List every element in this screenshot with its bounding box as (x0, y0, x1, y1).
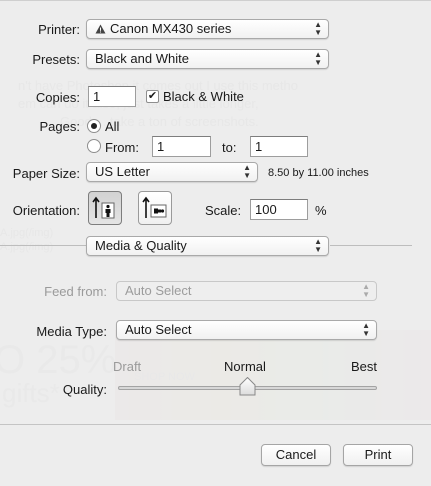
copies-input[interactable]: 1 (88, 86, 136, 107)
quality-tick-best: Best (351, 359, 378, 374)
chevron-updown-icon: ▲ ▼ (243, 163, 251, 180)
cancel-button[interactable]: Cancel (261, 444, 331, 466)
black-white-label: Black & White (163, 89, 244, 104)
feed-from-popup[interactable]: Auto Select ▲ ▼ (116, 281, 377, 301)
separator-right (330, 245, 412, 246)
chevron-updown-icon: ▲ ▼ (362, 282, 370, 299)
printer-value: Canon MX430 series (110, 21, 232, 36)
copies-label: Copies: (35, 90, 80, 105)
warning-triangle-icon (95, 24, 106, 34)
scale-unit: % (315, 203, 327, 218)
pages-to-input[interactable]: 1 (250, 136, 308, 157)
pages-from-label: From: (105, 140, 139, 155)
presets-label: Presets: (32, 52, 80, 67)
paper-size-popup[interactable]: US Letter ▲ ▼ (86, 162, 258, 182)
chevron-updown-icon: ▲ ▼ (362, 321, 370, 338)
quality-tick-normal: Normal (224, 359, 266, 374)
media-type-label: Media Type: (36, 324, 107, 339)
checkmark-icon: ✔ (147, 90, 158, 102)
pages-to-label: to: (222, 140, 237, 155)
presets-popup[interactable]: Black and White ▲ ▼ (86, 49, 329, 69)
black-white-checkbox[interactable]: ✔ (146, 90, 159, 103)
separator-left (0, 245, 86, 246)
scale-input[interactable]: 100 (250, 199, 308, 220)
paper-size-label: Paper Size: (12, 166, 80, 181)
printer-label: Printer: (38, 22, 80, 37)
footer-separator (0, 424, 431, 425)
pages-label: Pages: (39, 119, 80, 134)
media-type-popup[interactable]: Auto Select ▲ ▼ (116, 320, 377, 340)
feed-from-value: Auto Select (125, 283, 192, 298)
printer-popup[interactable]: Canon MX430 series ▲ ▼ (86, 19, 329, 39)
chevron-updown-icon: ▲ ▼ (314, 237, 322, 254)
presets-value: Black and White (95, 51, 189, 66)
sheet-top-edge (0, 0, 431, 1)
feed-from-label: Feed from: (44, 284, 107, 299)
section-popup[interactable]: Media & Quality ▲ ▼ (86, 236, 329, 256)
pages-all-radio[interactable] (87, 119, 101, 133)
portrait-orientation-icon (92, 196, 115, 219)
landscape-orientation-icon (142, 196, 167, 218)
landscape-orientation-button[interactable] (138, 191, 172, 225)
quality-slider-thumb[interactable] (239, 377, 256, 396)
quality-label: Quality: (62, 382, 107, 397)
pages-from-input[interactable]: 1 (152, 136, 211, 157)
paper-dimensions: 8.50 by 11.00 inches (268, 167, 369, 179)
chevron-updown-icon: ▲ ▼ (314, 50, 322, 67)
print-button[interactable]: Print (343, 444, 413, 466)
chevron-updown-icon: ▲ ▼ (314, 20, 322, 37)
pages-from-radio[interactable] (87, 139, 101, 153)
orientation-label: Orientation: (12, 203, 80, 218)
section-value: Media & Quality (95, 238, 187, 253)
paper-size-value: US Letter (95, 164, 150, 179)
quality-tick-draft: Draft (113, 359, 142, 374)
scale-label: Scale: (205, 203, 242, 218)
media-type-value: Auto Select (125, 322, 192, 337)
portrait-orientation-button[interactable] (88, 191, 122, 225)
pages-all-label: All (105, 119, 120, 134)
